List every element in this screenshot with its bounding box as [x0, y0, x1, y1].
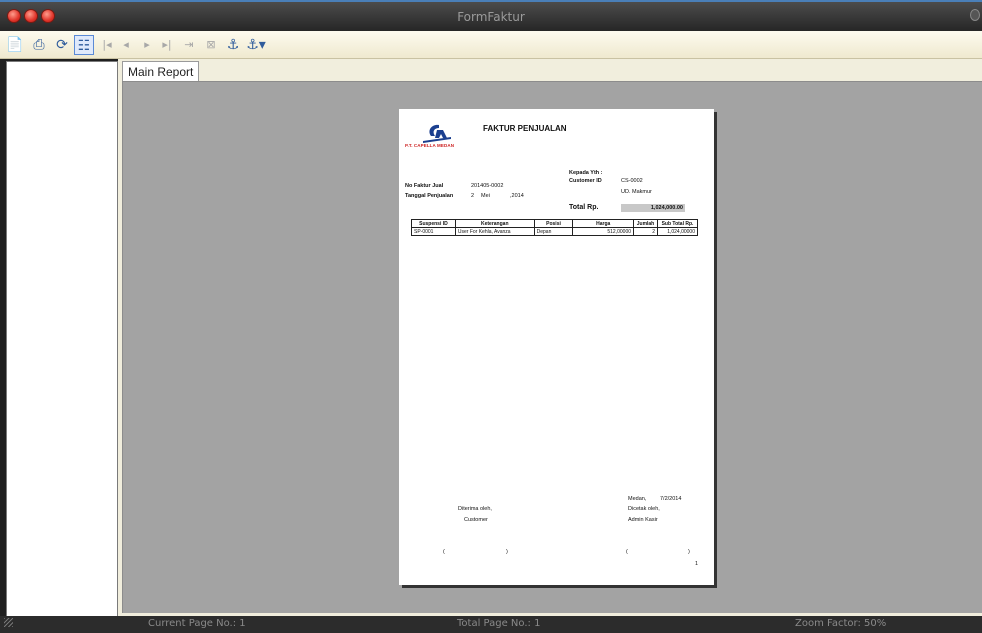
- print-date: 7/2/2014: [660, 496, 682, 502]
- customer-sign-open: (: [443, 549, 445, 555]
- customer-sign-close: ): [506, 549, 508, 555]
- total-label: Total Rp.: [569, 204, 599, 211]
- dicetak-oleh: Dicetak oleh,: [628, 506, 660, 512]
- report-page: P.T. CAPELLA MEDAN FAKTUR PENJUALAN Kepa…: [399, 109, 714, 585]
- next-page-icon[interactable]: ▸: [137, 35, 157, 55]
- zoom-factor-status: Zoom Factor: 50%: [795, 618, 887, 629]
- customer-name-value: UD. Makmur: [621, 189, 652, 195]
- place-label: Medan,: [628, 496, 647, 502]
- admin-sign-open: (: [626, 549, 628, 555]
- column-header: Keterangan: [454, 219, 535, 228]
- table-cell: Depan: [533, 227, 574, 236]
- resize-grip-icon[interactable]: [4, 618, 13, 627]
- company-logo-icon: [423, 124, 451, 143]
- items-table-header: Suspensi ID Keterangan Posisi Harga Juml…: [411, 219, 699, 228]
- window-menu-icon[interactable]: [970, 9, 980, 21]
- table-cell: SP-0001: [411, 227, 456, 236]
- group-tree-icon[interactable]: ☷: [74, 35, 94, 55]
- total-page-status: Total Page No.: 1: [457, 618, 541, 629]
- customer-signature-label: Customer: [464, 517, 488, 523]
- no-faktur-value: 201405-0002: [471, 183, 504, 189]
- group-tree-pane[interactable]: [6, 61, 118, 621]
- company-name: P.T. CAPELLA MEDAN: [405, 143, 455, 148]
- tanggal-month: Mei: [481, 193, 490, 199]
- table-cell: User For Kehla, Avanza: [454, 227, 535, 236]
- column-header: Jumlah: [633, 219, 658, 228]
- column-header: Posisi: [533, 219, 574, 228]
- status-bar: Current Page No.: 1 Total Page No.: 1 Zo…: [0, 616, 982, 633]
- customer-id-label: Customer ID: [569, 178, 602, 184]
- kepada-label: Kepada Yth :: [569, 170, 603, 176]
- column-header: Sub Total Rp.: [656, 219, 699, 228]
- admin-signature-label: Admin Kasir: [628, 517, 658, 523]
- admin-sign-close: ): [688, 549, 690, 555]
- goto-page-icon[interactable]: ⇥: [179, 35, 199, 55]
- customer-id-value: CS-0002: [621, 178, 643, 184]
- items-table: Suspensi ID Keterangan Posisi Harga Juml…: [411, 219, 699, 236]
- current-page-status: Current Page No.: 1: [148, 618, 246, 629]
- column-header: Suspensi ID: [411, 219, 456, 228]
- tanggal-label: Tanggal Penjualan: [405, 193, 454, 199]
- export-icon[interactable]: 📄: [5, 35, 25, 55]
- last-page-icon[interactable]: ▸|: [157, 35, 177, 55]
- window-titlebar: FormFaktur: [0, 0, 982, 31]
- tab-main-report[interactable]: Main Report: [122, 61, 200, 82]
- stop-icon[interactable]: ⊠: [201, 35, 221, 55]
- tanggal-day: 2: [471, 193, 475, 199]
- find-icon[interactable]: ⚓: [223, 35, 243, 55]
- column-header: Harga: [572, 219, 635, 228]
- print-icon[interactable]: ⎙: [29, 35, 49, 55]
- first-page-icon[interactable]: |◂: [97, 35, 117, 55]
- report-viewer[interactable]: P.T. CAPELLA MEDAN FAKTUR PENJUALAN Kepa…: [122, 81, 982, 613]
- report-area: Main Report P.T. CAPELLA MEDAN FAKTUR PE…: [118, 59, 982, 616]
- refresh-icon[interactable]: ⟳: [52, 35, 72, 55]
- diterima-oleh: Diterima oleh,: [458, 506, 492, 512]
- table-cell: 1,024,00000: [656, 227, 699, 236]
- no-faktur-label: No Faktur Jual: [405, 183, 444, 189]
- tanggal-year: ,2014: [510, 193, 524, 199]
- total-value: 1,024,000.00: [621, 204, 685, 212]
- previous-page-icon[interactable]: ◂: [116, 35, 136, 55]
- window-title: FormFaktur: [457, 10, 525, 24]
- page-number: 1: [695, 561, 699, 567]
- zoom-icon[interactable]: ⚓▾: [246, 35, 266, 55]
- report-toolbar: 📄 ⎙ ⟳ ☷ |◂ ◂ ▸ ▸| ⇥ ⊠ ⚓ ⚓▾: [0, 31, 982, 59]
- table-row: SP-0001 User For Kehla, Avanza Depan 512…: [411, 227, 699, 236]
- table-cell: 2: [633, 227, 658, 236]
- table-cell: 512,00000: [572, 227, 635, 236]
- report-title: FAKTUR PENJUALAN: [483, 124, 567, 133]
